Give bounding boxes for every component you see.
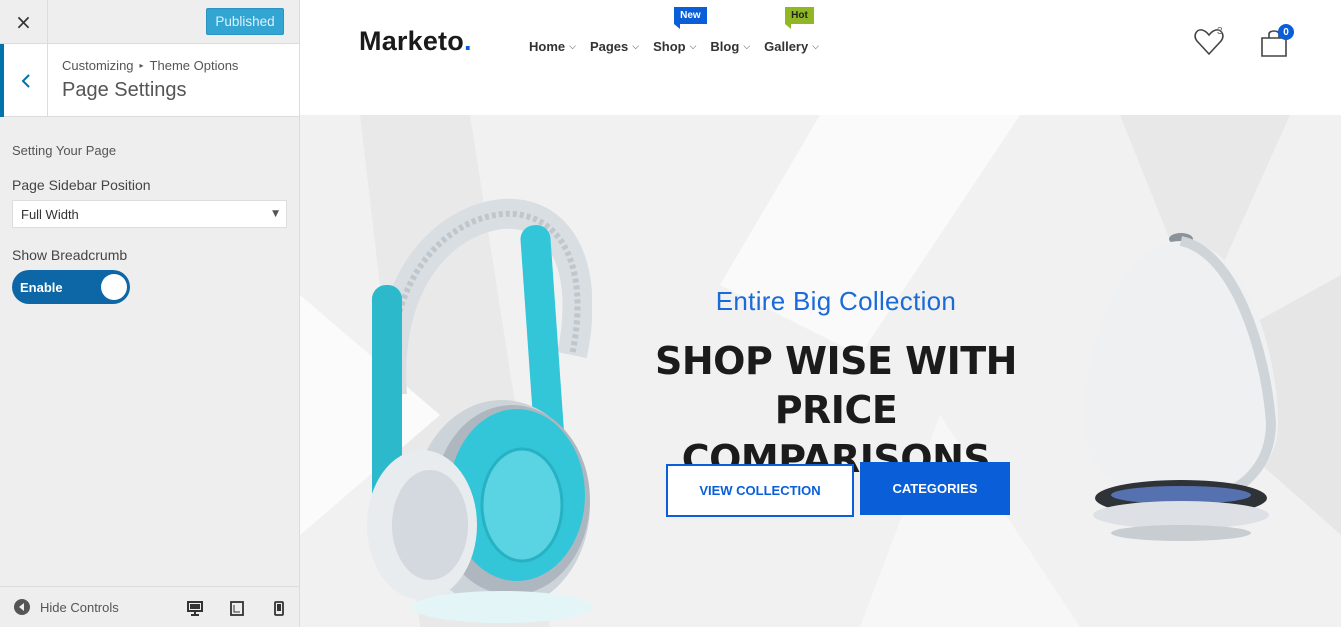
wishlist-count: 3 [1217, 26, 1223, 37]
nav-label: Home [529, 39, 566, 54]
customizer-sidebar: × Published Customizing ▸ Theme Options … [0, 0, 300, 627]
close-customizer-button[interactable]: × [0, 0, 48, 44]
sidebar-position-value: Full Width [21, 206, 79, 222]
cart-count-badge: 0 [1278, 24, 1294, 40]
mobile-icon [274, 600, 284, 616]
site-logo[interactable]: Marketo. [359, 26, 472, 57]
published-button[interactable]: Published [206, 8, 284, 35]
customizer-footer: Hide Controls [0, 586, 299, 627]
wishlist-button[interactable]: 3 [1194, 26, 1224, 61]
panel-title: Page Settings [62, 79, 187, 101]
panel-body: Setting Your Page Page Sidebar Position … [0, 117, 299, 304]
nav-label: Pages [589, 39, 629, 54]
breadcrumb-root: Customizing [62, 58, 134, 73]
hot-badge: Hot [785, 7, 814, 29]
hero-title-line1: SHOP WISE WITH PRICE [655, 339, 1017, 432]
customizer-app: × Published Customizing ▸ Theme Options … [0, 0, 1341, 627]
tablet-preview-button[interactable] [228, 600, 246, 616]
desktop-preview-button[interactable] [186, 600, 204, 616]
mobile-preview-button[interactable] [270, 600, 288, 616]
tablet-icon [230, 600, 244, 616]
nav-item-gallery[interactable]: Hot Gallery ⌵ [764, 7, 820, 54]
toggle-state-label: Enable [20, 279, 63, 295]
view-collection-button[interactable]: VIEW COLLECTION [666, 464, 854, 517]
desktop-icon [187, 600, 203, 616]
nav-label: Gallery [764, 39, 809, 54]
categories-button[interactable]: CATEGORIES [860, 462, 1010, 515]
sidebar-position-select[interactable]: Full Width ▼ [12, 200, 287, 228]
headphones-image [367, 198, 592, 623]
breadcrumb-parent: Theme Options [149, 58, 239, 73]
chevron-down-icon: ⌵ [689, 41, 697, 52]
show-breadcrumb-label: Show Breadcrumb [12, 247, 128, 263]
panel-header: Customizing ▸ Theme Options Page Setting… [0, 44, 299, 117]
hero-slider: Entire Big Collection SHOP WISE WITH PRI… [300, 115, 1341, 627]
hero-subtitle: Entire Big Collection [715, 286, 957, 316]
logo-dot: . [463, 26, 472, 56]
device-preview-switcher [186, 600, 288, 616]
back-button[interactable] [0, 44, 48, 117]
hide-controls-button[interactable]: Hide Controls [14, 599, 119, 615]
chevron-down-icon: ⌵ [569, 41, 576, 52]
panel-header-text: Customizing ▸ Theme Options Page Setting… [48, 44, 238, 116]
new-badge: New [674, 7, 707, 29]
nav-item-pages[interactable]: Pages ⌵ [590, 39, 639, 54]
close-icon: × [15, 9, 32, 34]
show-breadcrumb-toggle[interactable]: Enable [12, 270, 130, 304]
cart-button[interactable]: 0 [1260, 24, 1294, 63]
site-header: Marketo. Home ⌵ Pages ⌵ New Shop ⌵ Blog [300, 0, 1341, 115]
chevron-down-icon: ⌵ [743, 41, 751, 52]
nav-label: Blog [710, 39, 740, 54]
chevron-left-icon [21, 73, 30, 88]
nav-item-shop[interactable]: New Shop ⌵ [653, 7, 707, 54]
nav-label: Shop [653, 39, 686, 54]
hide-controls-label: Hide Controls [40, 599, 119, 615]
logo-text: Marketo [359, 26, 464, 56]
breadcrumb: Customizing ▸ Theme Options [62, 58, 238, 73]
toggle-knob [101, 274, 127, 300]
customizer-topbar: × Published [0, 0, 299, 44]
collapse-arrow-icon [14, 599, 30, 615]
chevron-down-icon: ⌵ [812, 41, 820, 52]
speaker-image [1084, 233, 1278, 541]
nav-item-home[interactable]: Home ⌵ [529, 39, 576, 54]
main-nav: Home ⌵ Pages ⌵ New Shop ⌵ Blog ⌵ Hot Gal… [529, 7, 820, 54]
nav-item-blog[interactable]: Blog ⌵ [710, 39, 750, 54]
chevron-down-icon: ⌵ [632, 41, 640, 52]
breadcrumb-separator-icon: ▸ [139, 61, 144, 70]
caret-down-icon: ▼ [272, 209, 279, 219]
section-description: Setting Your Page [12, 143, 117, 158]
site-preview: Marketo. Home ⌵ Pages ⌵ New Shop ⌵ Blog [300, 0, 1341, 627]
sidebar-position-label: Page Sidebar Position [12, 177, 151, 193]
